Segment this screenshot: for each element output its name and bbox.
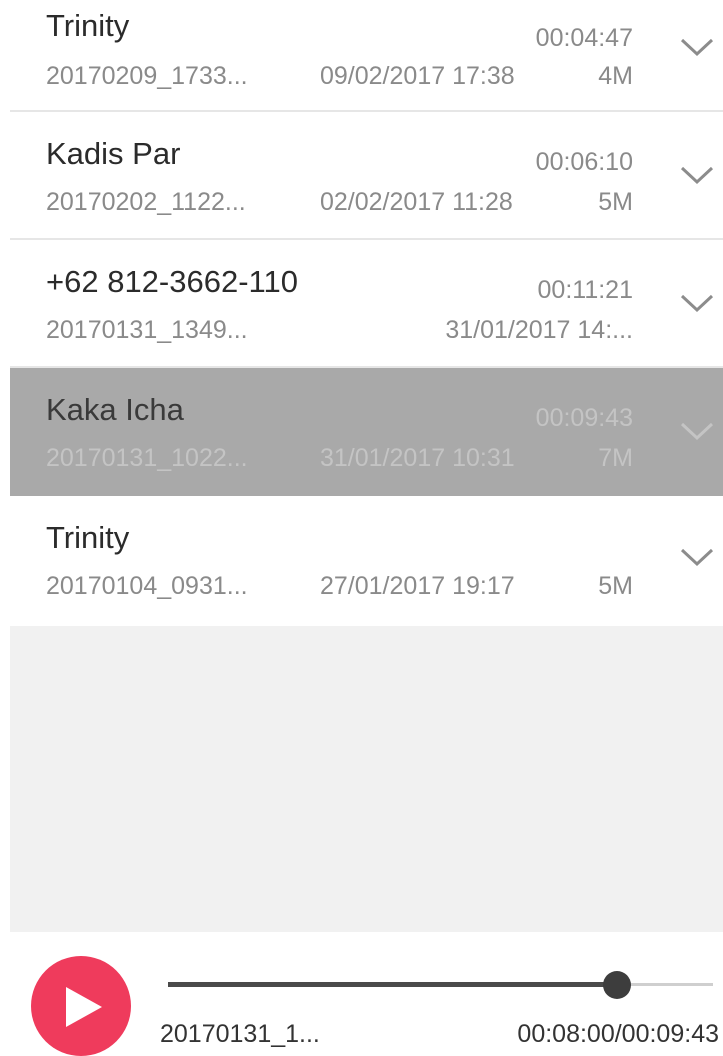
recording-filename: 20170131_1349... [46, 316, 248, 344]
now-playing-filename: 20170131_1... [160, 1020, 320, 1048]
recording-name: Trinity [46, 8, 130, 43]
recording-duration: 00:09:43 [535, 404, 633, 432]
recording-size: 5M [598, 572, 633, 600]
chevron-down-icon[interactable] [679, 420, 715, 442]
empty-list-area [10, 626, 723, 932]
recording-duration: 00:11:21 [537, 276, 633, 304]
chevron-down-icon[interactable] [679, 36, 715, 58]
recording-filename: 20170131_1022... [46, 444, 248, 472]
recording-row[interactable]: +62 812-3662-110 00:11:21 20170131_1349.… [10, 240, 723, 368]
chevron-down-icon[interactable] [679, 292, 715, 314]
chevron-down-icon[interactable] [679, 164, 715, 186]
recording-date: 27/01/2017 19:17 [320, 572, 515, 600]
recording-filename: 20170209_1733... [46, 62, 248, 90]
recording-size: 4M [598, 62, 633, 90]
chevron-down-icon[interactable] [679, 546, 715, 568]
recording-filename: 20170104_0931... [46, 572, 248, 600]
recording-duration: 00:04:47 [535, 24, 633, 52]
seek-thumb[interactable] [602, 971, 631, 999]
recording-date: 02/02/2017 11:28 [320, 188, 513, 216]
recording-size: 7M [598, 444, 633, 472]
recording-row[interactable]: Trinity 20170104_0931... 27/01/2017 19:1… [10, 496, 723, 626]
recording-name: Trinity [46, 520, 130, 555]
recording-date: 31/01/2017 14:... [445, 316, 633, 344]
recording-name: +62 812-3662-110 [46, 264, 298, 299]
recording-filename: 20170202_1122... [46, 188, 246, 216]
recording-duration: 00:06:10 [535, 148, 633, 176]
play-icon [66, 987, 102, 1027]
seek-progress [168, 982, 617, 987]
seek-bar[interactable] [168, 970, 713, 1000]
recording-date: 09/02/2017 17:38 [320, 62, 515, 90]
recording-row[interactable]: Kadis Par 00:06:10 20170202_1122... 02/0… [10, 112, 723, 240]
recordings-list: Trinity 00:04:47 20170209_1733... 09/02/… [10, 0, 723, 626]
recording-size: 5M [598, 188, 633, 216]
recording-name: Kaka Icha [46, 392, 184, 427]
recording-date: 31/01/2017 10:31 [320, 444, 515, 472]
audio-player: 20170131_1... 00:08:00/00:09:43 [0, 932, 723, 1056]
recording-row-selected[interactable]: Kaka Icha 00:09:43 20170131_1022... 31/0… [10, 368, 723, 496]
play-button[interactable] [31, 956, 131, 1056]
playback-time: 00:08:00/00:09:43 [517, 1020, 719, 1048]
recording-name: Kadis Par [46, 136, 181, 171]
recording-row[interactable]: Trinity 00:04:47 20170209_1733... 09/02/… [10, 0, 723, 112]
